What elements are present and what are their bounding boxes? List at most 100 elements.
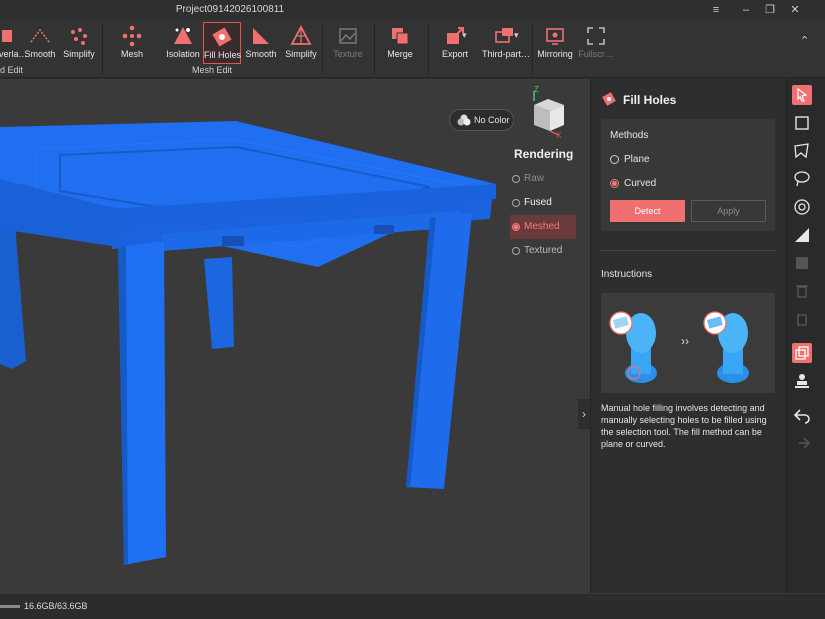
third-party-dropdown-caret[interactable]: ▾ [514, 30, 519, 41]
rendering-title: Rendering [514, 147, 574, 161]
method-option-plane[interactable]: Plane [610, 154, 650, 165]
tool-label: Fill Holes [204, 50, 242, 60]
pointer-select-icon[interactable] [792, 85, 812, 105]
tool-label: Isolation [166, 49, 200, 59]
radio-icon [610, 179, 619, 188]
export-tool[interactable]: Export [436, 22, 474, 64]
memory-usage-text: 16.6GB/63.6GB [24, 601, 88, 611]
tool-label: Smooth [245, 49, 277, 59]
no-color-toggle[interactable]: No Color [449, 109, 514, 131]
selection-tools-bar [786, 79, 825, 593]
group-divider [102, 24, 103, 74]
merge-tool[interactable]: Merge [382, 22, 418, 64]
radio-icon [512, 175, 520, 183]
export-dropdown-caret[interactable]: ▾ [462, 30, 467, 41]
methods-title: Methods [610, 130, 649, 141]
tool-label: Third-part… [482, 49, 531, 59]
mesh-icon [122, 25, 142, 47]
tool-label: Export [441, 49, 468, 59]
bust-before-after-image: ›› [609, 311, 749, 383]
texture-icon [339, 28, 357, 44]
no-color-label: No Color [474, 115, 510, 125]
smooth-icon [253, 28, 269, 44]
fill-holes-panel: Fill Holes Methods Plane Curved Detect A… [590, 79, 786, 593]
third-party-tool[interactable]: Third-part… [482, 22, 531, 64]
collapse-ribbon-chevron-icon[interactable]: ⌃ [800, 34, 809, 47]
instructions-text: Manual hole filling involves detecting a… [601, 403, 767, 449]
cut-icon[interactable] [792, 309, 812, 329]
group-divider [532, 24, 533, 74]
app-window: Project09142026100811 ≡ – ❐ ✕ Overla… Sm… [0, 0, 825, 619]
render-option-fused[interactable]: Fused [510, 191, 576, 215]
method-option-label: Curved [624, 178, 657, 189]
texture-tool[interactable]: Texture [330, 22, 366, 64]
minimize-button[interactable]: – [735, 2, 757, 18]
group-divider [322, 24, 323, 74]
render-option-textured[interactable]: Textured [510, 239, 576, 263]
panel-collapse-chevron-icon[interactable]: › [578, 399, 590, 429]
tool-label: Smooth [24, 49, 56, 59]
delete-icon[interactable] [792, 281, 812, 301]
group-divider [374, 24, 375, 74]
overlay-icon [2, 30, 12, 42]
detect-button[interactable]: Detect [610, 200, 685, 222]
smooth-tool-1[interactable]: Smooth [22, 22, 58, 64]
3d-viewport[interactable]: No Color Z X Rendering Raw Fused Meshed … [0, 79, 590, 593]
radio-icon [512, 199, 520, 207]
invert-select-icon[interactable] [792, 253, 812, 273]
method-option-curved[interactable]: Curved [610, 178, 656, 189]
plane-select-icon[interactable] [792, 225, 812, 245]
axis-x-label: X [556, 131, 562, 140]
connected-select-icon[interactable] [792, 197, 812, 217]
axis-z-label: Z [534, 85, 539, 94]
ribbon-toolbar: Overla… Smooth Simplify d Edit Mesh Isol… [0, 20, 825, 78]
render-option-raw[interactable]: Raw [510, 167, 576, 191]
stamp-icon[interactable] [792, 371, 812, 391]
tool-label: Overla… [0, 49, 28, 59]
lasso-select-icon[interactable] [792, 169, 812, 189]
smooth-tool-2[interactable]: Smooth [243, 22, 279, 64]
isolation-tool[interactable]: Isolation [164, 22, 202, 64]
instructions-illustration: ›› [601, 293, 775, 393]
render-option-label: Raw [524, 173, 545, 184]
simplify-icon [71, 28, 87, 45]
group-label: d Edit [0, 65, 24, 75]
title-bar: Project09142026100811 ≡ – ❐ ✕ [0, 0, 825, 20]
panel-title: Fill Holes [623, 93, 677, 107]
render-option-meshed[interactable]: Meshed [510, 215, 576, 239]
table-mesh-model[interactable] [0, 79, 590, 593]
divider [601, 250, 775, 251]
fill-holes-tool[interactable]: Fill Holes [203, 22, 241, 64]
view-cube-icon[interactable] [524, 87, 572, 139]
simplify-tool-1[interactable]: Simplify [60, 22, 98, 64]
close-button[interactable]: ✕ [784, 2, 806, 18]
overlay-tool[interactable]: Overla… [0, 22, 28, 64]
copy-select-icon[interactable] [792, 343, 812, 363]
radio-icon [512, 247, 520, 255]
isolation-icon [174, 27, 192, 44]
method-option-label: Plane [624, 154, 650, 165]
simplify-tool-2[interactable]: Simplify [282, 22, 320, 64]
mesh-tool[interactable]: Mesh [114, 22, 150, 64]
mirroring-tool[interactable]: Mirroring [536, 22, 574, 64]
render-option-label: Textured [524, 245, 563, 256]
group-label: Mesh Edit [192, 65, 233, 75]
apply-button[interactable]: Apply [691, 200, 766, 222]
restore-button[interactable]: ❐ [759, 2, 781, 18]
merge-icon [392, 28, 409, 45]
polygon-select-icon[interactable] [792, 141, 812, 161]
instructions-title: Instructions [601, 269, 653, 280]
window-title: Project09142026100811 [175, 4, 285, 15]
settings-sliders-icon[interactable]: ≡ [705, 2, 727, 18]
tool-label: Texture [333, 49, 363, 59]
fill-holes-icon [212, 27, 232, 47]
tool-label: Simplify [63, 49, 95, 59]
undo-icon[interactable] [792, 405, 812, 425]
redo-icon[interactable] [792, 433, 812, 453]
tool-label: Mesh [120, 49, 143, 59]
svg-text:››: ›› [681, 334, 689, 348]
render-option-label: Fused [524, 197, 552, 208]
fullscreen-tool[interactable]: Fullscr… [576, 22, 616, 64]
group-divider [428, 24, 429, 74]
rectangle-select-icon[interactable] [792, 113, 812, 133]
